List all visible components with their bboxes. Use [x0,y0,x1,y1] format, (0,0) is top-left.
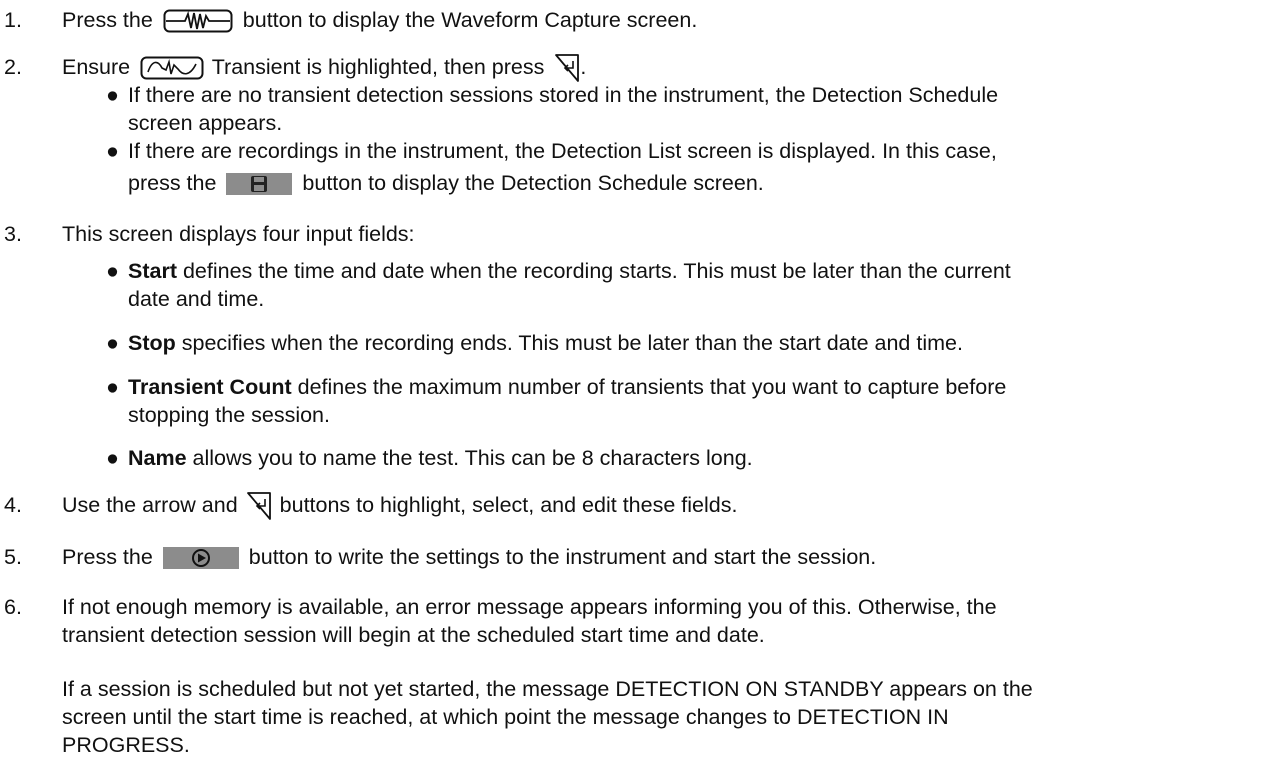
step-number: 1. [4,8,22,32]
step-number: 4. [4,493,22,517]
bullet-item: ● If there are no transient detection se… [106,83,999,135]
step-text: Press the button to write the settings t… [62,545,877,570]
play-icon [162,547,239,570]
step-number: 3. [4,222,22,246]
step-text: Press the button to display the Waveform… [62,8,698,33]
field-term: Start [128,259,177,283]
bullet-dot: ● [106,139,119,163]
enter-icon [554,53,580,83]
field-term: Name [128,446,187,470]
bullet-item: ● If there are recordings in the instrum… [106,139,997,196]
step-text: Use the arrow and buttons to highlight, … [62,491,1270,521]
step-text: This screen displays four input fields: [62,222,415,246]
waveform-capture-icon [163,9,233,33]
enter-icon [246,491,272,521]
bullet-dot: ● [106,331,119,355]
bullet-dot: ● [106,446,119,470]
step-4: 4. Use the arrow and buttons to highligh… [0,491,1270,525]
standby-note: If a session is scheduled but not yet st… [62,677,1033,757]
bullet-item: ● Start defines the time and date when t… [106,259,1011,311]
bullet-dot: ● [106,375,119,399]
step-1: 1. Press the button to display the Wavef… [0,6,1270,38]
step-number: 2. [4,55,22,79]
save-icon [226,173,293,196]
step-number: 5. [4,545,22,569]
step-text: If not enough memory is available, an er… [62,595,997,647]
bullet-item: ● Name allows you to name the test. This… [106,446,753,470]
step-5: 5. Press the button to write the setting… [0,543,1270,575]
field-term: Transient Count [128,375,292,399]
field-term: Stop [128,331,176,355]
bullet-item: ● Transient Count defines the maximum nu… [106,375,1007,427]
bullet-dot: ● [106,83,119,107]
step-3: 3. This screen displays four input field… [0,220,1270,252]
bullet-dot: ● [106,259,119,283]
step-text: Ensure Transient is highlighted, then pr… [62,53,1270,83]
transient-icon [140,56,204,80]
bullet-item: ● Stop specifies when the recording ends… [106,331,963,355]
step-number: 6. [4,595,22,619]
step-6: 6. If not enough memory is available, an… [0,593,1270,663]
